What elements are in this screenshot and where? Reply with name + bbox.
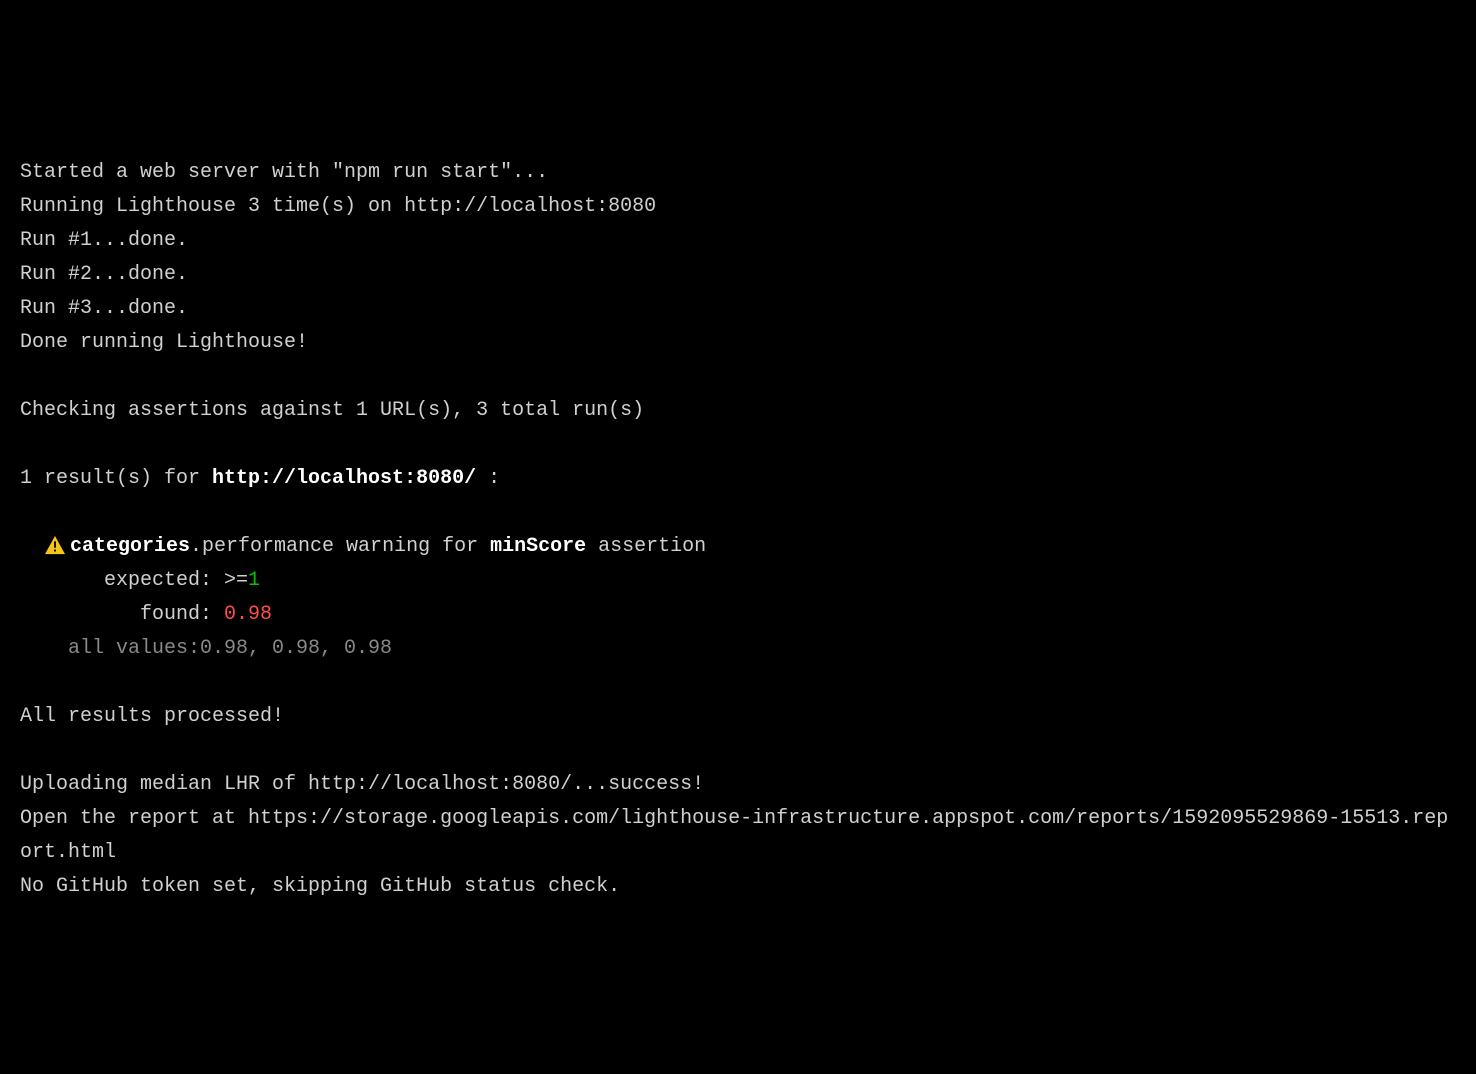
warning-icon: [44, 535, 66, 555]
log-run3: Run #3...done.: [20, 292, 1456, 326]
assertion-category-rest: .performance warning for: [190, 530, 490, 564]
log-done-running: Done running Lighthouse!: [20, 326, 1456, 360]
blank-line: [20, 360, 1456, 394]
blank-line: [20, 666, 1456, 700]
assertion-metric: minScore: [490, 530, 586, 564]
blank-line: [20, 496, 1456, 530]
results-url: http://localhost:8080/: [212, 467, 476, 490]
log-checking: Checking assertions against 1 URL(s), 3 …: [20, 394, 1456, 428]
blank-line: [20, 428, 1456, 462]
footer-processed: All results processed!: [20, 700, 1456, 734]
footer-uploading: Uploading median LHR of http://localhost…: [20, 768, 1456, 802]
blank-line: [20, 734, 1456, 768]
assertion-suffix: assertion: [586, 530, 706, 564]
assertion-expected: expected: >=1: [20, 564, 1456, 598]
footer-open-report: Open the report at https://storage.googl…: [20, 802, 1456, 870]
assertion-header: categories.performance warning for minSc…: [20, 530, 1456, 564]
footer-no-token: No GitHub token set, skipping GitHub sta…: [20, 870, 1456, 904]
expected-label: expected:: [92, 564, 224, 598]
log-running: Running Lighthouse 3 time(s) on http://l…: [20, 190, 1456, 224]
log-run2: Run #2...done.: [20, 258, 1456, 292]
assertion-found: found: 0.98: [20, 598, 1456, 632]
results-header: 1 result(s) for http://localhost:8080/ :: [20, 462, 1456, 496]
log-started: Started a web server with "npm run start…: [20, 156, 1456, 190]
assertion-allvalues: all values: 0.98, 0.98, 0.98: [20, 632, 1456, 666]
allvalues-value: 0.98, 0.98, 0.98: [200, 637, 392, 660]
terminal-output: Started a web server with "npm run start…: [20, 156, 1456, 904]
log-run1: Run #1...done.: [20, 224, 1456, 258]
expected-op: >=: [224, 569, 248, 592]
found-label: found:: [92, 598, 224, 632]
allvalues-label: all values:: [68, 632, 200, 666]
results-suffix: :: [476, 467, 500, 490]
assertion-category: categories: [70, 530, 190, 564]
results-prefix: 1 result(s) for: [20, 467, 212, 490]
found-value: 0.98: [224, 603, 272, 626]
expected-value: 1: [248, 569, 260, 592]
